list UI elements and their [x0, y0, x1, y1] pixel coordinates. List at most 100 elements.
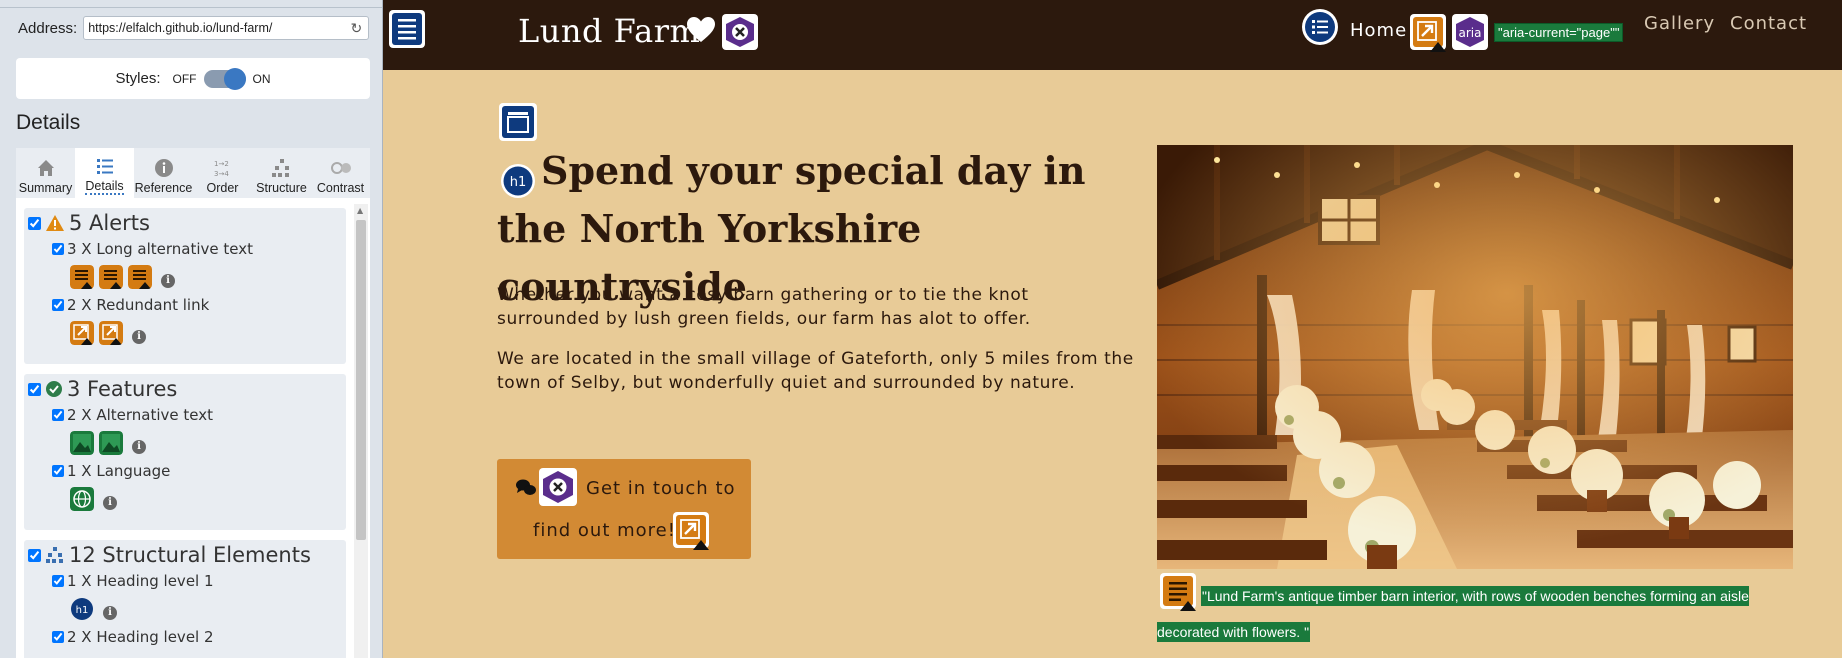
language-icon[interactable] — [70, 487, 94, 511]
tab-structure[interactable]: Structure — [252, 148, 311, 198]
barn-interior-photo — [1157, 145, 1793, 569]
heading1-checkbox[interactable] — [52, 575, 64, 587]
styles-off-label: OFF — [172, 71, 197, 86]
redundant-link-icon[interactable] — [99, 321, 123, 345]
redundant-link-checkbox[interactable] — [52, 299, 64, 311]
aria-current-tag: "aria-current="page"" — [1494, 23, 1624, 42]
alerts-group: 5 Alerts 3 X Long alternative text i 2 X… — [24, 208, 346, 364]
header-region-icon[interactable] — [389, 10, 425, 48]
tab-label: Structure — [256, 181, 307, 195]
nav-gallery[interactable]: Gallery — [1644, 13, 1715, 34]
tab-summary[interactable]: Summary — [16, 148, 75, 198]
long-alt-label: 3 X Long alternative text — [67, 240, 254, 258]
check-icon — [46, 381, 62, 397]
alt-text-highlight: "Lund Farm's antique timber barn interio… — [1157, 586, 1749, 642]
heading1-icons: h1 i — [24, 592, 346, 626]
site-title[interactable]: Lund Farm — [518, 12, 700, 50]
cta-line-2: find out more! — [533, 520, 676, 541]
alt-text-icons: i — [24, 426, 346, 460]
tab-contrast[interactable]: Contrast — [311, 148, 370, 198]
redundant-link-icon[interactable] — [673, 512, 711, 550]
nav-contact[interactable]: Contact — [1730, 13, 1807, 34]
styles-toggle[interactable] — [203, 67, 246, 90]
heading1-label: 1 X Heading level 1 — [67, 572, 214, 590]
long-alt-text-icon[interactable] — [128, 265, 152, 289]
tab-label: Order — [206, 181, 239, 195]
info-icon[interactable]: i — [132, 330, 146, 344]
reload-icon[interactable]: ↻ — [350, 20, 362, 37]
heading2-label: 2 X Heading level 2 — [67, 628, 214, 646]
alt-text-checkbox[interactable] — [52, 409, 64, 421]
svg-text:1→2: 1→2 — [214, 160, 229, 168]
redundant-link-icon[interactable] — [1410, 14, 1448, 52]
svg-text:h1: h1 — [76, 605, 89, 616]
intro-paragraph: Whether you want a cosy barn gathering o… — [497, 285, 1031, 329]
alt-text-icon[interactable] — [70, 431, 94, 455]
language-item: 1 X Language — [24, 460, 346, 482]
info-icon[interactable]: i — [103, 496, 117, 510]
structural-checkbox[interactable] — [28, 548, 41, 562]
redundant-link-icon[interactable] — [70, 321, 94, 345]
info-icon[interactable]: i — [103, 606, 117, 620]
scroll-thumb[interactable] — [356, 220, 366, 540]
details-heading: Details — [16, 111, 81, 134]
aria-hidden-icon[interactable] — [539, 468, 577, 506]
tab-label: Details — [85, 179, 124, 195]
scroll-up-icon[interactable]: ▲ — [357, 206, 363, 215]
language-icons: i — [24, 482, 346, 516]
redundant-link-label: 2 X Redundant link — [67, 296, 210, 314]
panel-scrollbar[interactable]: ▲ — [354, 204, 368, 658]
wave-sidebar: Address: https://elfalch.github.io/lund-… — [0, 0, 383, 658]
long-alt-text-icon[interactable] — [70, 265, 94, 289]
svg-text:3→4: 3→4 — [214, 170, 229, 178]
features-title: 3 Features — [67, 377, 178, 401]
image-alt-caption: "Lund Farm's antique timber barn interio… — [1157, 578, 1793, 650]
cta-line-1: Get in touch to — [586, 478, 736, 499]
long-alt-checkbox[interactable] — [52, 243, 64, 255]
home-icon — [37, 160, 54, 176]
details-panel: ▲ 5 Alerts 3 X Long alternative text i 2… — [16, 198, 370, 658]
sidebar-top-bar — [0, 0, 382, 8]
nav-home[interactable]: Home — [1350, 20, 1407, 41]
redundant-link-item: 2 X Redundant link — [24, 294, 346, 316]
aria-hidden-icon[interactable] — [722, 14, 758, 50]
info-icon[interactable]: i — [132, 440, 146, 454]
features-group: 3 Features 2 X Alternative text i 1 X La… — [24, 374, 346, 530]
features-checkbox[interactable] — [28, 382, 41, 396]
long-alt-item: 3 X Long alternative text — [24, 238, 346, 260]
tab-order[interactable]: 1→2 3→4 Order — [193, 148, 252, 198]
main-region-icon[interactable] — [499, 103, 537, 141]
alt-text-icon[interactable] — [99, 431, 123, 455]
tab-reference[interactable]: Reference — [134, 148, 193, 198]
heading1-item: 1 X Heading level 1 — [24, 570, 346, 592]
long-alt-icons: i — [24, 260, 346, 294]
navigation-icon[interactable] — [1301, 8, 1339, 46]
address-label: Address: — [18, 19, 78, 37]
h1-icon[interactable]: h1 — [70, 597, 94, 621]
alt-text-label: 2 X Alternative text — [67, 406, 214, 424]
info-icon[interactable]: i — [161, 274, 175, 288]
address-input[interactable]: https://elfalch.github.io/lund-farm/ ↻ — [83, 16, 370, 40]
structural-header: 12 Structural Elements — [24, 540, 346, 570]
long-alt-text-icon[interactable] — [99, 265, 123, 289]
contrast-icon — [330, 162, 351, 174]
aria-icon[interactable]: aria — [1452, 14, 1488, 50]
sidebar-tabs: Summary Details Reference 1→2 3→4 Order S… — [16, 148, 370, 198]
get-in-touch-button[interactable]: Get in touch to find out more! — [497, 459, 751, 559]
alerts-checkbox[interactable] — [28, 216, 41, 230]
language-checkbox[interactable] — [52, 465, 64, 477]
address-value: https://elfalch.github.io/lund-farm/ — [88, 21, 273, 35]
alt-text-item: 2 X Alternative text — [24, 404, 346, 426]
address-row: Address: https://elfalch.github.io/lund-… — [18, 16, 370, 40]
structure-icon — [46, 547, 63, 563]
tab-details[interactable]: Details — [75, 148, 134, 198]
heading2-checkbox[interactable] — [52, 631, 64, 643]
info-icon — [154, 159, 173, 177]
styles-label: Styles: — [115, 70, 161, 87]
language-label: 1 X Language — [67, 462, 171, 480]
site-header: Lund Farm Home aria "aria-current="page"… — [383, 0, 1842, 70]
heading2-item: 2 X Heading level 2 — [24, 626, 346, 648]
styles-toggle-box: Styles: OFF ON — [16, 58, 370, 99]
location-paragraph: We are located in the small village of G… — [497, 349, 1134, 393]
redundant-link-icons: i — [24, 316, 346, 350]
